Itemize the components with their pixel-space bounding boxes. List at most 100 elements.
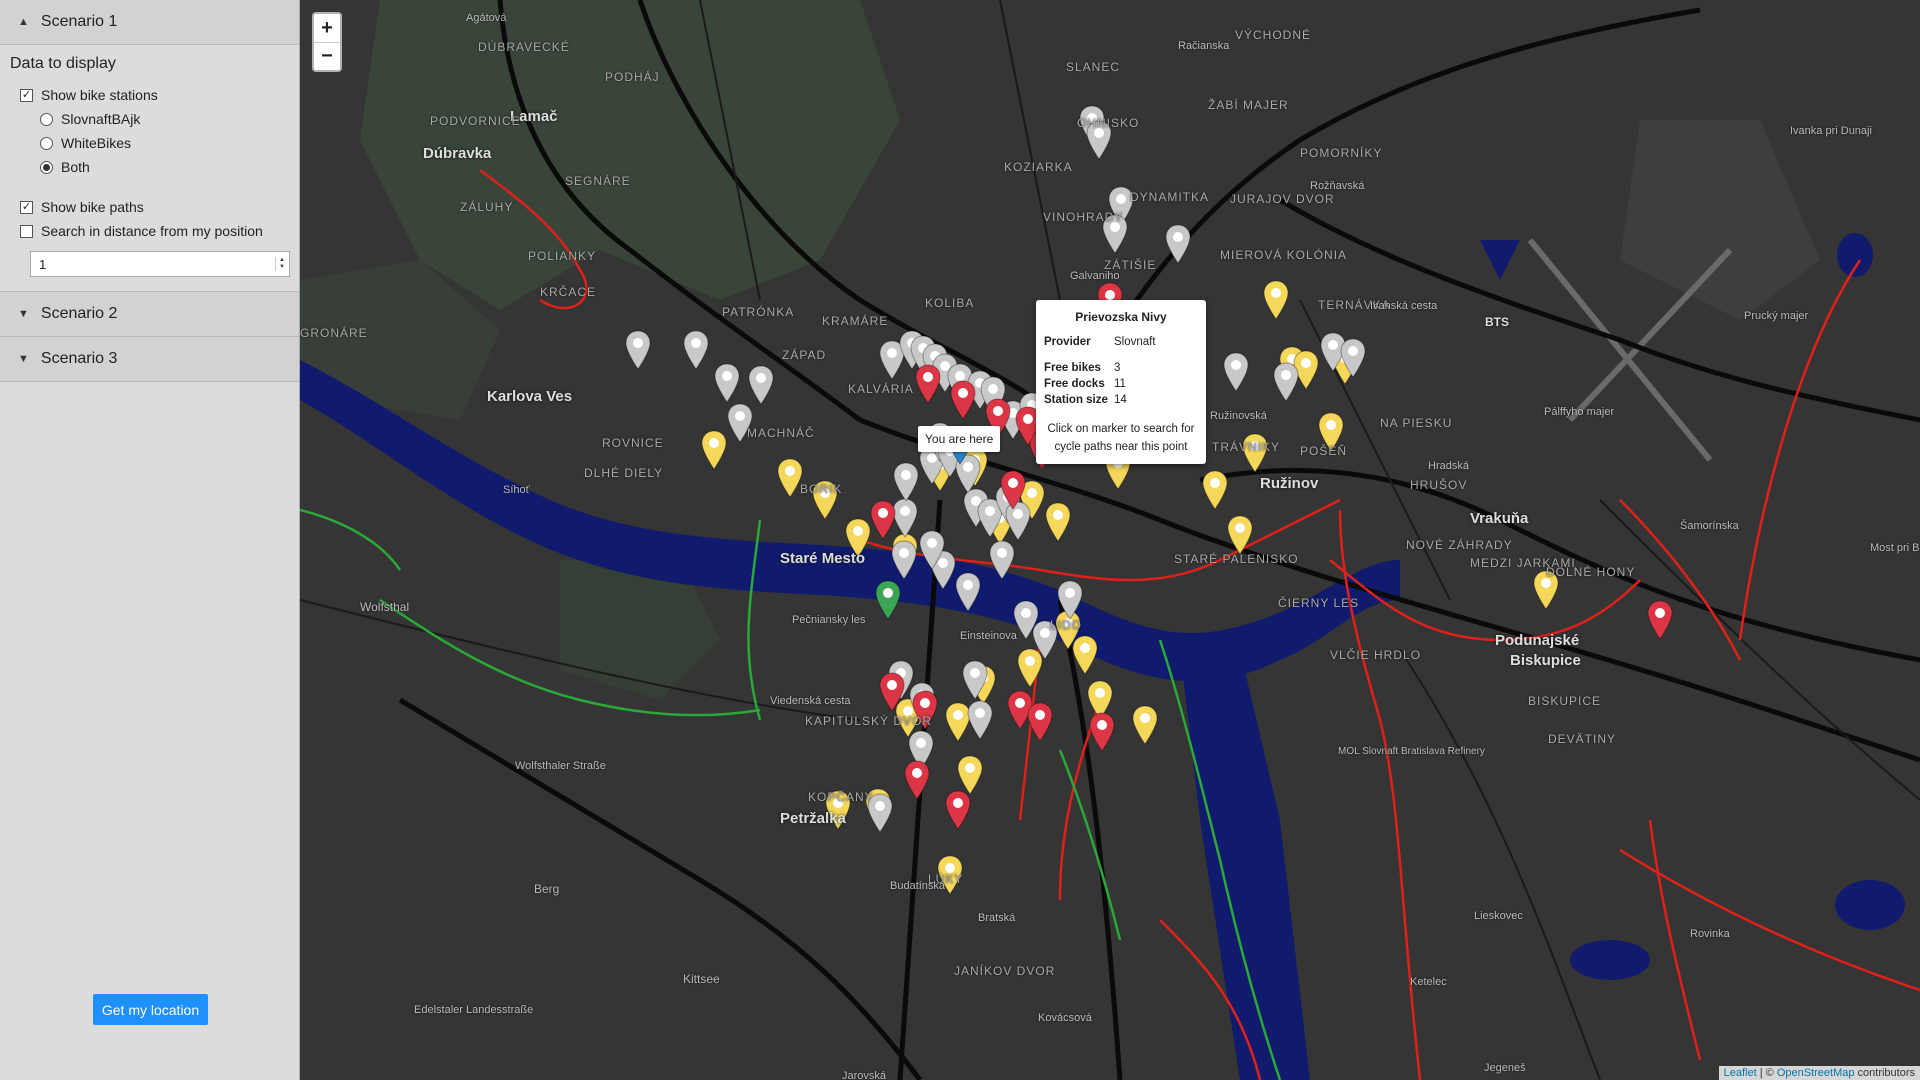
station-marker[interactable] <box>1057 580 1083 620</box>
district-label: TRÁVNIKY <box>1212 440 1281 454</box>
station-marker[interactable] <box>989 540 1015 580</box>
distance-input[interactable]: 1 ▲ ▼ <box>30 251 290 277</box>
station-marker[interactable] <box>1223 352 1249 392</box>
street-label: Einsteinova <box>960 630 1017 642</box>
station-marker[interactable] <box>1045 502 1071 542</box>
station-marker[interactable] <box>1647 600 1673 640</box>
district-label: OHNISKO <box>1077 116 1140 130</box>
locality-label: Lieskovec <box>1474 910 1523 922</box>
map[interactable]: + − Lamač Dúbravka Karlova Ves Staré Mes… <box>300 0 1920 1080</box>
provider-option-both[interactable]: Both <box>10 155 289 179</box>
district-label: PODHÁJ <box>605 70 660 84</box>
spinner-icon[interactable]: ▲ ▼ <box>275 257 285 271</box>
scenario-3-header[interactable]: ▼ Scenario 3 <box>0 337 299 382</box>
station-marker[interactable] <box>919 530 945 570</box>
station-marker[interactable] <box>891 540 917 580</box>
station-marker[interactable] <box>1089 712 1115 752</box>
station-marker[interactable] <box>879 672 905 712</box>
street-label: Viedenská cesta <box>770 695 851 707</box>
street-label: Šamorínska <box>1680 520 1739 532</box>
slovnaft-radio[interactable] <box>40 112 53 126</box>
station-marker[interactable] <box>1202 470 1228 510</box>
station-markers-layer <box>300 0 1920 1080</box>
you-are-here-tooltip: You are here <box>918 426 1001 452</box>
place-label: Staré Mesto <box>780 550 866 567</box>
district-label: SEGNÁRE <box>565 174 631 188</box>
locality-label: MOL Slovnaft Bratislava Refinery <box>1338 746 1485 757</box>
place-label: Dúbravka <box>423 145 492 162</box>
place-label: Petržalka <box>780 810 846 827</box>
place-label: Vrakuňa <box>1470 510 1529 527</box>
station-marker[interactable] <box>915 364 941 404</box>
station-marker[interactable] <box>1165 224 1191 264</box>
station-marker[interactable] <box>875 580 901 620</box>
station-marker[interactable] <box>955 572 981 612</box>
district-label: POMORNÍKY <box>1300 146 1383 160</box>
station-popup: Prievozska Nivy Provider Slovnaft Free bi… <box>1036 300 1206 464</box>
search-distance-row[interactable]: Search in distance from my position <box>10 219 289 243</box>
station-marker[interactable] <box>683 330 709 370</box>
station-marker[interactable] <box>701 430 727 470</box>
show-bike-stations-row[interactable]: ✓ Show bike stations <box>10 83 289 107</box>
provider-option-slovnaft[interactable]: SlovnaftBAjk <box>10 107 289 131</box>
caret-down-icon: ▼ <box>18 353 29 365</box>
station-marker[interactable] <box>962 660 988 700</box>
locality-label: Most pri Bratislave <box>1870 542 1920 554</box>
station-marker[interactable] <box>945 790 971 830</box>
scenario-1-body: Data to display ✓ Show bike stations Slo… <box>0 45 299 292</box>
scenario-1-label: Scenario 1 <box>40 13 118 30</box>
place-label: Ružinov <box>1260 475 1319 492</box>
whitebikes-radio[interactable] <box>40 136 53 150</box>
station-marker[interactable] <box>1000 470 1026 510</box>
station-size-value: 14 <box>1114 394 1127 406</box>
district-label: VÝCHODNÉ <box>1235 28 1312 42</box>
zoom-in-button[interactable]: + <box>314 14 340 42</box>
show-bike-paths-checkbox[interactable]: ✓ <box>20 200 33 214</box>
search-distance-checkbox[interactable] <box>20 224 33 238</box>
station-marker[interactable] <box>904 760 930 800</box>
district-label: KRČACE <box>540 285 597 299</box>
street-label: Jarovská <box>842 1070 887 1080</box>
district-label: PODVORNICE <box>430 114 521 128</box>
district-label: DÚBRAVECKÉ <box>478 40 570 54</box>
station-marker[interactable] <box>1227 515 1253 555</box>
district-label: NOVÉ ZÁHRADY <box>1406 538 1513 552</box>
zoom-out-button[interactable]: − <box>314 42 340 70</box>
station-marker[interactable] <box>1072 635 1098 675</box>
osm-link[interactable]: OpenStreetMap <box>1777 1067 1855 1079</box>
station-marker[interactable] <box>950 380 976 420</box>
station-marker[interactable] <box>870 500 896 540</box>
district-label: KOZIARKA <box>1004 160 1073 174</box>
station-marker[interactable] <box>1132 705 1158 745</box>
station-marker[interactable] <box>714 363 740 403</box>
provider-option-whitebikes[interactable]: WhiteBikes <box>10 131 289 155</box>
locality-label: Prucký majer <box>1744 310 1809 322</box>
station-marker[interactable] <box>893 462 919 502</box>
get-my-location-button[interactable]: Get my location <box>93 994 208 1025</box>
scenario-1-header[interactable]: ▲ Scenario 1 <box>0 0 299 45</box>
free-docks-key: Free docks <box>1044 378 1105 390</box>
district-label: DLHÉ DIELY <box>584 466 664 480</box>
district-label: NA PIESKU <box>1380 416 1453 430</box>
district-label: ZÁPAD <box>782 348 827 362</box>
station-marker[interactable] <box>957 755 983 795</box>
show-bike-stations-label: Show bike stations <box>41 87 158 103</box>
district-label: KOLIBA <box>925 296 975 310</box>
leaflet-link[interactable]: Leaflet <box>1724 1067 1757 1079</box>
station-marker[interactable] <box>967 700 993 740</box>
both-radio[interactable] <box>40 160 53 174</box>
station-marker[interactable] <box>1263 280 1289 320</box>
station-marker[interactable] <box>748 365 774 405</box>
show-bike-paths-row[interactable]: ✓ Show bike paths <box>10 195 289 219</box>
station-marker[interactable] <box>1340 338 1366 378</box>
station-marker[interactable] <box>1027 702 1053 742</box>
zoom-control: + − <box>312 12 342 72</box>
station-marker[interactable] <box>625 330 651 370</box>
scenario-2-header[interactable]: ▼ Scenario 2 <box>0 292 299 337</box>
station-marker[interactable] <box>1273 362 1299 402</box>
show-bike-stations-checkbox[interactable]: ✓ <box>20 88 33 102</box>
locality-label: Wolfsthal <box>360 600 410 614</box>
district-label: SLANEC <box>1066 60 1121 74</box>
district-label: ROVNICE <box>602 436 664 450</box>
district-label: POŠEŇ <box>1300 444 1348 458</box>
